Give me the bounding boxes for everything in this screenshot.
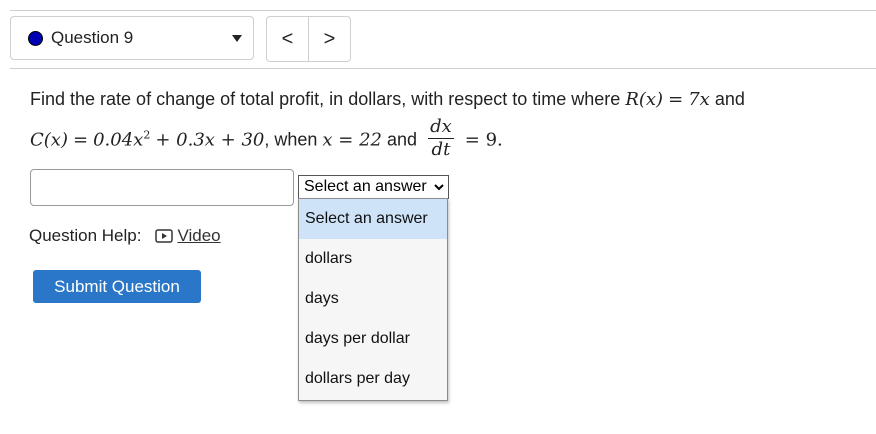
problem-text: Find the rate of change of total profit,… bbox=[30, 89, 621, 109]
derivative-value: = 9. bbox=[464, 129, 503, 151]
chevron-right-icon: > bbox=[323, 27, 336, 50]
answer-input[interactable] bbox=[30, 169, 294, 206]
chevron-down-icon bbox=[434, 184, 444, 191]
revenue-function: R(x) bbox=[625, 89, 664, 110]
submit-question-button[interactable]: Submit Question bbox=[33, 270, 201, 303]
question-help: Question Help: Video bbox=[29, 226, 221, 246]
derivative-fraction: dx dt bbox=[428, 116, 454, 161]
unit-option[interactable]: Select an answer bbox=[299, 199, 447, 239]
unit-option[interactable]: dollars bbox=[299, 239, 447, 279]
when-text: , when bbox=[264, 129, 318, 150]
revenue-equals: = bbox=[668, 89, 684, 110]
next-question-button[interactable]: > bbox=[308, 17, 350, 61]
video-label: Video bbox=[177, 226, 221, 245]
header-divider bbox=[10, 68, 876, 69]
video-link[interactable]: Video bbox=[155, 226, 221, 246]
unit-dropdown-list: Select an answer dollars days days per d… bbox=[298, 198, 448, 401]
problem-line-1: Find the rate of change of total profit,… bbox=[30, 89, 745, 110]
cost-term-b: + 0.3x + 30 bbox=[155, 129, 265, 151]
conjunction-and: and bbox=[714, 89, 745, 109]
problem-line-2: C(x) = 0.04x2 + 0.3x + 30, when x = 22 a… bbox=[30, 116, 503, 163]
cost-function: C(x) bbox=[30, 129, 68, 151]
status-dot-icon bbox=[28, 30, 43, 46]
top-divider bbox=[10, 10, 876, 11]
cost-term-a: 0.04x bbox=[93, 129, 144, 151]
x-value: x = 22 bbox=[322, 129, 383, 151]
previous-question-button[interactable]: < bbox=[267, 17, 308, 61]
caret-down-icon bbox=[232, 35, 242, 42]
revenue-expression: 7x bbox=[688, 89, 710, 110]
unit-option[interactable]: days per dollar bbox=[299, 319, 447, 359]
cost-exponent: 2 bbox=[143, 128, 151, 142]
question-pager: < > bbox=[266, 16, 351, 62]
unit-option[interactable]: dollars per day bbox=[299, 359, 447, 399]
video-play-icon bbox=[155, 229, 174, 243]
question-select[interactable]: Question 9 bbox=[10, 16, 254, 60]
unit-option[interactable]: days bbox=[299, 279, 447, 319]
unit-select-value: Select an answer bbox=[304, 178, 427, 195]
help-label: Question Help: bbox=[29, 226, 142, 245]
unit-select[interactable]: Select an answer bbox=[298, 175, 449, 199]
question-label: Question 9 bbox=[51, 28, 134, 47]
cost-equals: = bbox=[72, 129, 89, 151]
chevron-left-icon: < bbox=[281, 27, 294, 50]
derivative-numerator: dx bbox=[428, 116, 454, 139]
derivative-denominator: dt bbox=[431, 139, 451, 160]
conjunction-and-2: and bbox=[387, 129, 418, 150]
